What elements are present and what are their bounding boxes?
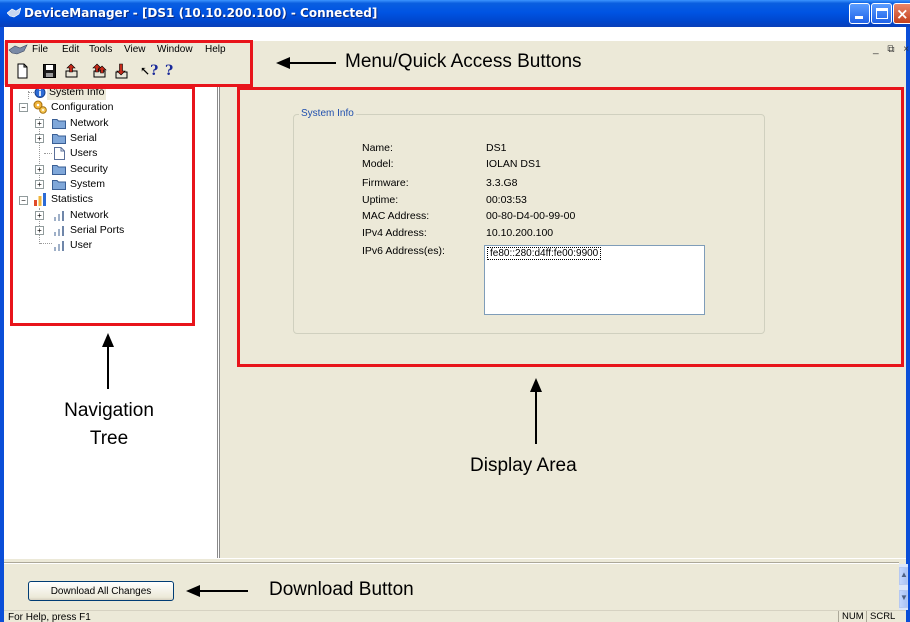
arrow-shaft (535, 390, 537, 444)
scroll-down-icon[interactable]: ▼ (899, 590, 908, 608)
window-title: DeviceManager - [DS1 (10.10.200.100) - C… (24, 6, 378, 20)
callout-navigation-tree-line1: Navigation (64, 400, 154, 421)
title-bar[interactable]: DeviceManager - [DS1 (10.10.200.100) - C… (0, 0, 910, 27)
callout-menu-quick-access: Menu/Quick Access Buttons (345, 51, 582, 72)
annotation-box-tree (10, 86, 195, 326)
window-frame-right (906, 27, 910, 622)
scroll-lock-indicator: SCRL (866, 611, 895, 622)
annotation-box-display (237, 87, 904, 367)
annotation-box-menu (5, 40, 253, 87)
mdi-child-controls[interactable]: _ ⧉ × (873, 44, 910, 55)
download-all-changes-button[interactable]: Download All Changes (28, 581, 174, 601)
divider (4, 562, 899, 564)
close-button[interactable]: × (893, 3, 910, 24)
close-icon: × (896, 5, 909, 23)
callout-navigation-tree-line2: Tree (89, 428, 129, 449)
arrow-shaft (288, 62, 336, 64)
status-bar (4, 610, 906, 622)
num-lock-indicator: NUM (838, 611, 864, 622)
maximize-icon (876, 8, 888, 19)
status-help-text: For Help, press F1 (8, 612, 91, 622)
maximize-button[interactable] (871, 3, 892, 24)
arrow-shaft (198, 590, 248, 592)
scroll-up-icon[interactable]: ▲ (899, 567, 908, 585)
callout-download-button: Download Button (269, 579, 414, 600)
minimize-icon (855, 16, 863, 19)
app-icon (7, 7, 21, 18)
arrow-shaft (107, 345, 109, 389)
callout-display-area: Display Area (470, 455, 577, 476)
minimize-button[interactable] (849, 3, 870, 24)
